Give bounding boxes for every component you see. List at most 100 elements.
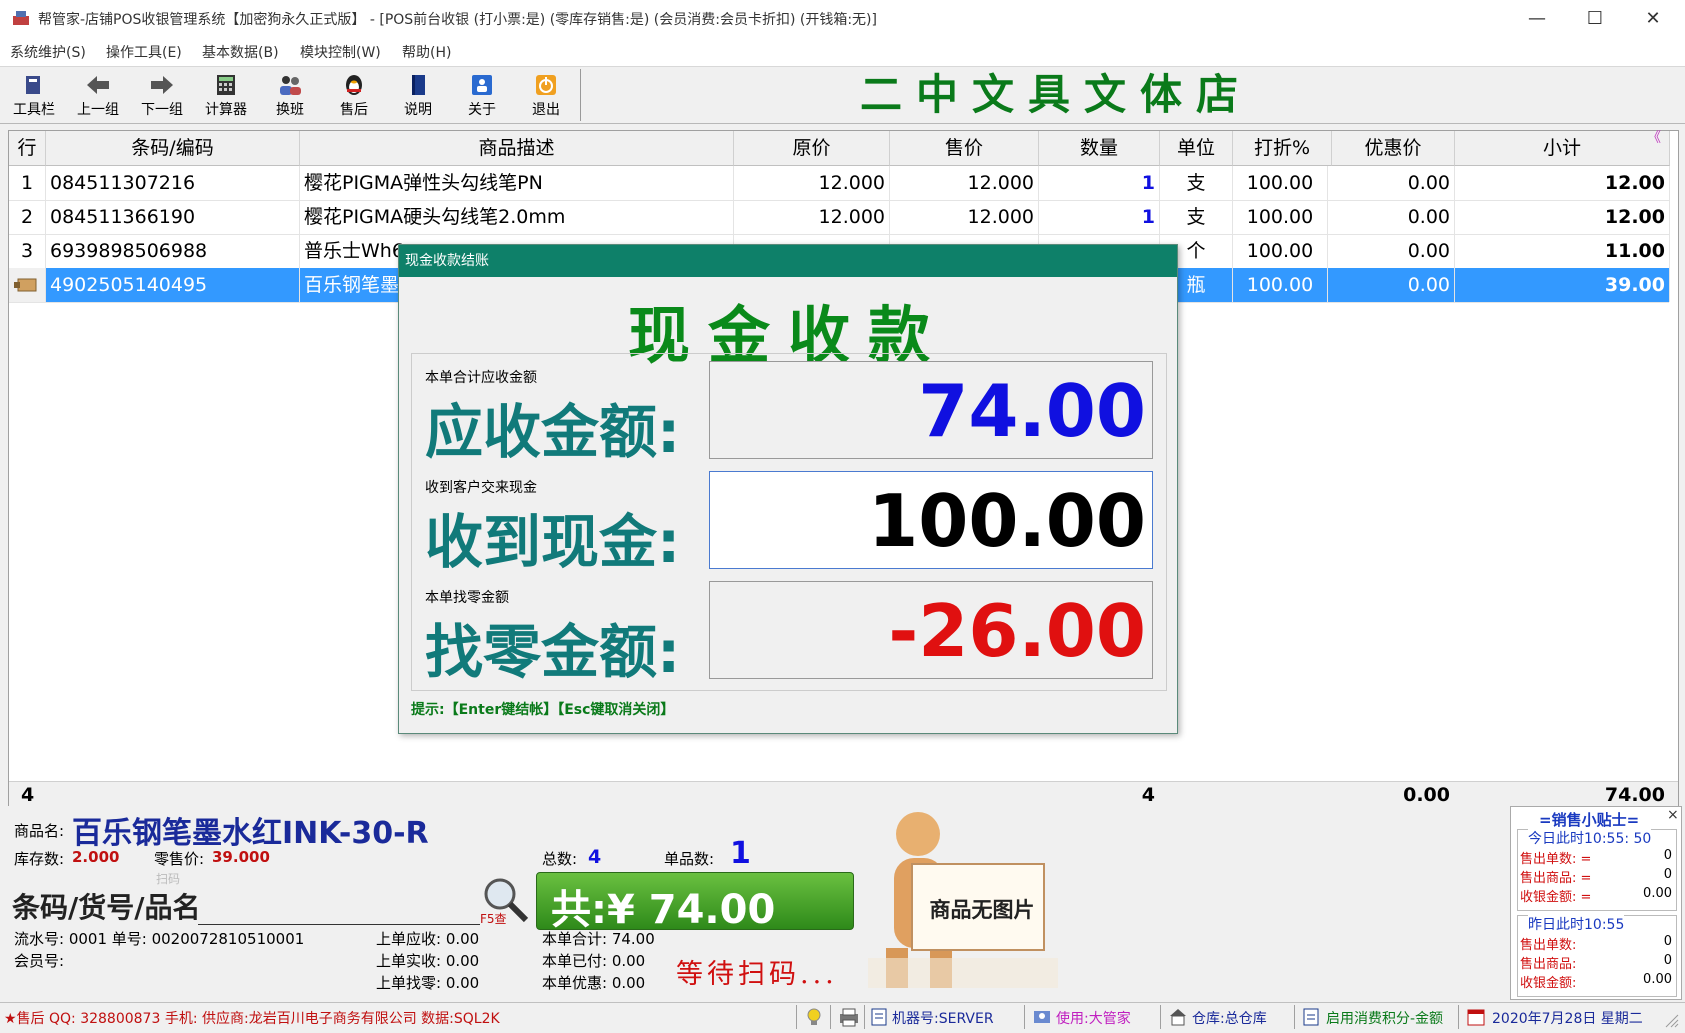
- cell-deal-price: 0.00: [1332, 268, 1455, 302]
- toolbar-button-calculator[interactable]: 计算器: [194, 69, 258, 121]
- tips-yesterday-title: 昨日此时10:55: [1528, 914, 1625, 934]
- cell-discount: 100.00: [1233, 200, 1328, 234]
- column-header-quantity[interactable]: 数量: [1039, 131, 1160, 166]
- retail-price-value: 39.000: [212, 848, 270, 866]
- resize-grip-icon[interactable]: [1662, 1011, 1680, 1029]
- scan-input[interactable]: [198, 892, 480, 925]
- column-header-original-price[interactable]: 原价: [734, 131, 890, 166]
- cell-subtotal: 12.00: [1455, 166, 1670, 200]
- printer-icon[interactable]: [838, 1007, 860, 1027]
- column-header-deal-price[interactable]: 优惠价: [1332, 131, 1455, 166]
- amount-due-label: 应收金额:: [425, 398, 681, 466]
- toolbar-button-about[interactable]: 关于: [450, 69, 514, 121]
- users-icon: [277, 73, 303, 97]
- scan-hint: 扫码: [156, 872, 181, 886]
- item-count-label: 单品数:: [664, 850, 715, 868]
- footer-qty-total: 4: [1141, 784, 1155, 806]
- stock-label: 库存数:: [14, 850, 65, 868]
- total-count-value: 4: [588, 846, 602, 868]
- last-due: 上单应收: 0.00: [376, 930, 480, 948]
- toolbar-label: 计算器: [205, 102, 247, 118]
- footer-subtotal: 74.00: [1604, 784, 1665, 806]
- toolbar-label: 说明: [404, 102, 432, 118]
- row-pointer-icon: [9, 268, 46, 302]
- minimize-button[interactable]: —: [1508, 0, 1566, 38]
- retail-price-label: 零售价:: [154, 850, 205, 868]
- status-support-info: ★售后 QQ: 328800873 手机: 供应商:龙岩百川电子商务有限公司 数…: [4, 1011, 500, 1027]
- cell-row-no: 3: [9, 234, 46, 268]
- cash-payment-dialog[interactable]: 现金收款结账 现金收款 本单合计应收金额 应收金额: 74.00 收到客户交来现…: [398, 244, 1178, 734]
- tips-yesterday-value: 0.00: [1643, 972, 1672, 987]
- toolbar-button-next[interactable]: 下一组: [130, 69, 194, 121]
- table-row[interactable]: 2 084511366190 樱花PIGMA硬头勾线笔2.0mm 12.000 …: [9, 200, 1670, 235]
- menu-system[interactable]: 系统维护(S): [10, 42, 86, 62]
- arrow-right-icon: [149, 73, 175, 97]
- toolbar-button-prev[interactable]: 上一组: [66, 69, 130, 121]
- cell-row-no: 1: [9, 166, 46, 200]
- cell-unit: 支: [1160, 200, 1233, 234]
- user-icon: [1032, 1007, 1052, 1027]
- status-divider: [1160, 1005, 1161, 1029]
- table-row[interactable]: 1 084511307216 樱花PIGMA弹性头勾线笔PN 12.000 12…: [9, 166, 1670, 201]
- serial-number: 流水号: 0001 单号: 0020072810510001: [14, 930, 305, 948]
- column-header-description[interactable]: 商品描述: [300, 131, 734, 166]
- column-header-subtotal[interactable]: 小计: [1455, 131, 1670, 166]
- waiting-scan-text: 等待扫码...: [676, 959, 838, 990]
- item-count-value: 1: [730, 836, 751, 871]
- cell-price: 12.000: [890, 200, 1039, 234]
- window-title: 帮管家-店铺POS收银管理系统【加密狗永久正式版】 - [POS前台收银 (打小…: [38, 12, 877, 28]
- member-number: 会员号:: [14, 952, 65, 970]
- status-date: 2020年7月28日 星期二: [1492, 1011, 1643, 1027]
- close-button[interactable]: ✕: [1624, 0, 1682, 38]
- cash-received-input[interactable]: 100.00: [709, 471, 1153, 569]
- points-doc-icon: [1302, 1007, 1320, 1027]
- cell-original-price: 12.000: [734, 166, 890, 200]
- menu-module[interactable]: 模块控制(W): [300, 42, 381, 62]
- status-divider: [1024, 1005, 1025, 1029]
- grand-total-banner: 共:¥ 74.00: [536, 872, 854, 933]
- bottom-panel: 商品名: 百乐钢笔墨水红INK-30-R 库存数: 2.000 零售价: 39.…: [8, 806, 1508, 998]
- grid-corner-toggle[interactable]: 《: [1647, 127, 1661, 147]
- toolbar-button-toolbar[interactable]: 工具栏: [2, 69, 66, 121]
- change-label: 找零金额:: [425, 618, 681, 686]
- toolbar-button-exit[interactable]: 退出: [514, 69, 578, 121]
- column-header-discount[interactable]: 打折%: [1233, 131, 1332, 166]
- toolbar-label: 关于: [468, 102, 496, 118]
- toolbar-button-aftersale[interactable]: 售后: [322, 69, 386, 121]
- total-count-label: 总数:: [542, 850, 578, 868]
- toolbar-label: 换班: [276, 102, 304, 118]
- menu-help[interactable]: 帮助(H): [402, 42, 451, 62]
- lightbulb-icon[interactable]: [804, 1007, 824, 1027]
- amount-due-value: 74.00: [709, 361, 1153, 459]
- dialog-caption[interactable]: 现金收款结账: [399, 245, 1177, 277]
- cell-subtotal: 39.00: [1455, 268, 1670, 302]
- menu-tools[interactable]: 操作工具(E): [106, 42, 182, 62]
- column-header-barcode[interactable]: 条码/编码: [46, 131, 300, 166]
- document-icon: [870, 1007, 888, 1027]
- cell-quantity: 1: [1039, 166, 1160, 200]
- product-name-value: 百乐钢笔墨水红INK-30-R: [72, 816, 429, 851]
- status-points: 启用消费积分-金额: [1326, 1011, 1444, 1027]
- toolbar-label: 退出: [532, 102, 560, 118]
- cell-discount: 100.00: [1233, 166, 1328, 200]
- status-user: 使用:大管家: [1056, 1011, 1131, 1027]
- status-machine: 机器号:SERVER: [892, 1011, 994, 1027]
- maximize-button[interactable]: ☐: [1566, 0, 1624, 38]
- toolbar-button-shift[interactable]: 换班: [258, 69, 322, 121]
- tips-yesterday-box: 昨日此时10:55 售出单数: 0 售出商品: 0 收银金额: 0.00: [1517, 914, 1677, 997]
- column-header-unit[interactable]: 单位: [1160, 131, 1233, 166]
- cell-price: 12.000: [890, 166, 1039, 200]
- product-image-placeholder: 商品无图片: [860, 808, 1060, 992]
- cell-discount: 100.00: [1233, 234, 1328, 268]
- tips-yesterday-label: 收银金额:: [1520, 976, 1577, 991]
- tips-close-button[interactable]: ×: [1667, 807, 1679, 823]
- calculator-icon: [213, 73, 239, 97]
- column-header-row[interactable]: 行: [9, 131, 46, 166]
- cell-quantity: 1: [1039, 200, 1160, 234]
- toolbar-button-manual[interactable]: 说明: [386, 69, 450, 121]
- menu-basic-data[interactable]: 基本数据(B): [202, 42, 279, 62]
- dialog-hint: 提示:【Enter键结帐】【Esc键取消关闭】: [411, 702, 675, 718]
- tips-today-value: 0.00: [1643, 886, 1672, 901]
- tips-today-label: 售出单数: =: [1520, 852, 1592, 867]
- column-header-price[interactable]: 售价: [890, 131, 1039, 166]
